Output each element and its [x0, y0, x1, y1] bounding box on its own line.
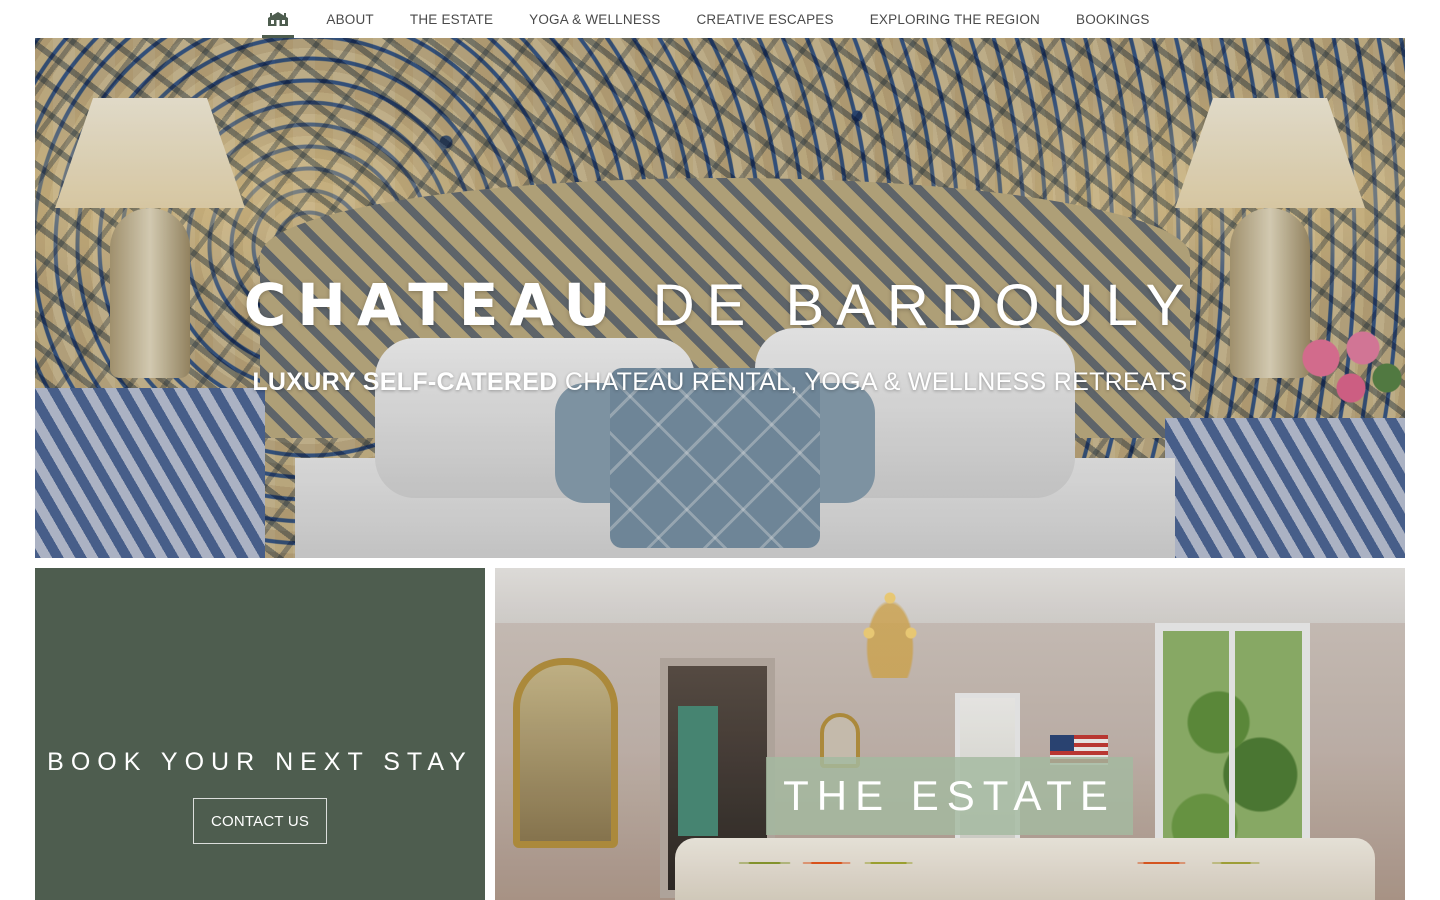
nav-bookings[interactable]: BOOKINGS — [1058, 12, 1168, 27]
nav-inner: ABOUT THE ESTATE YOGA & WELLNESS CREATIV… — [262, 0, 1167, 38]
site-title: CHATEAU DE BARDOULY — [35, 276, 1405, 335]
estate-label[interactable]: THE ESTATE — [766, 757, 1133, 835]
site-title-light: DE BARDOULY — [652, 273, 1197, 338]
contact-us-button[interactable]: CONTACT US — [193, 798, 327, 844]
estate-tile[interactable]: THE ESTATE — [495, 568, 1405, 900]
site-title-bold: CHATEAU — [243, 271, 622, 339]
hero-banner: CHATEAU DE BARDOULY LUXURY SELF-CATERED … — [35, 38, 1405, 558]
main-navigation: ABOUT THE ESTATE YOGA & WELLNESS CREATIV… — [0, 0, 1440, 38]
home-link[interactable] — [262, 0, 295, 38]
nav-the-estate[interactable]: THE ESTATE — [392, 12, 511, 27]
tagline-bold: LUXURY SELF-CATERED — [252, 368, 558, 396]
chateau-home-icon — [268, 12, 289, 26]
nav-about[interactable]: ABOUT — [308, 12, 392, 27]
estate-overlay — [495, 568, 1405, 900]
site-tagline: LUXURY SELF-CATERED CHATEAU RENTAL, YOGA… — [35, 368, 1405, 397]
nav-yoga-wellness[interactable]: YOGA & WELLNESS — [511, 12, 678, 27]
nav-exploring-the-region[interactable]: EXPLORING THE REGION — [852, 12, 1058, 27]
book-stay-panel: BOOK YOUR NEXT STAY CONTACT US — [35, 568, 485, 900]
tagline-rest: CHATEAU RENTAL, YOGA & WELLNESS RETREATS — [564, 368, 1188, 396]
book-stay-heading: BOOK YOUR NEXT STAY — [47, 748, 473, 776]
nav-creative-escapes[interactable]: CREATIVE ESCAPES — [678, 12, 851, 27]
